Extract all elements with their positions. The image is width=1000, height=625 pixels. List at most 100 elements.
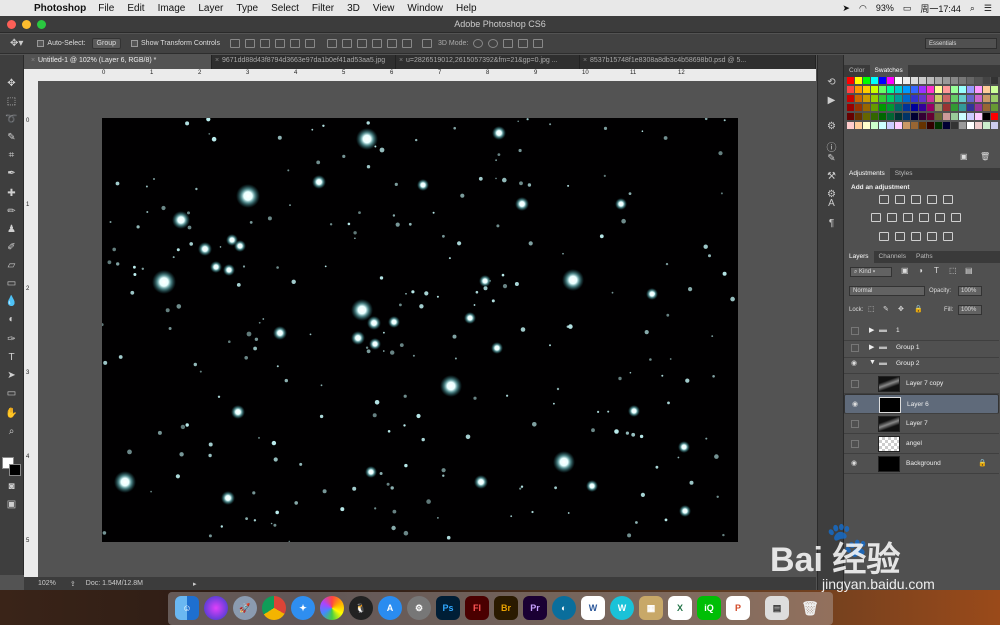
swatch[interactable] bbox=[991, 122, 998, 129]
swatch[interactable] bbox=[887, 122, 894, 129]
filter-smart-icon[interactable]: ▤ bbox=[965, 266, 973, 275]
swatch[interactable] bbox=[967, 113, 974, 120]
history-brush-tool-icon[interactable]: ✐ bbox=[4, 241, 19, 254]
channel-mixer-icon[interactable] bbox=[935, 213, 945, 222]
swatch[interactable] bbox=[911, 113, 918, 120]
swatch[interactable] bbox=[903, 122, 910, 129]
swatch[interactable] bbox=[959, 113, 966, 120]
type-tool-icon[interactable]: T bbox=[4, 351, 19, 364]
zoom-level[interactable]: 102% bbox=[38, 580, 56, 587]
blur-tool-icon[interactable]: 💧 bbox=[4, 295, 19, 308]
dock-chrome-icon[interactable] bbox=[262, 596, 286, 620]
swatch[interactable] bbox=[879, 86, 886, 93]
swatch[interactable] bbox=[879, 77, 886, 84]
swatch[interactable] bbox=[847, 95, 854, 102]
swatch[interactable] bbox=[895, 113, 902, 120]
visibility-toggle[interactable] bbox=[851, 327, 859, 335]
app-menu-photoshop[interactable]: Photoshop bbox=[34, 3, 86, 14]
swatch[interactable] bbox=[975, 86, 982, 93]
align-bottom-icon[interactable] bbox=[260, 39, 270, 48]
distribute-bottom-icon[interactable] bbox=[357, 39, 367, 48]
dock-qq-icon[interactable]: 🐧 bbox=[349, 596, 373, 620]
swatch[interactable] bbox=[943, 122, 950, 129]
menu-view[interactable]: View bbox=[373, 3, 395, 14]
dock-archive-icon[interactable]: ▦ bbox=[639, 596, 663, 620]
swatch[interactable] bbox=[935, 113, 942, 120]
close-tab-icon[interactable]: × bbox=[215, 57, 219, 64]
curves-icon[interactable] bbox=[911, 195, 921, 204]
swatch[interactable] bbox=[855, 77, 862, 84]
swatch[interactable] bbox=[959, 77, 966, 84]
dock-appstore-icon[interactable]: A bbox=[378, 596, 402, 620]
character-icon[interactable]: A bbox=[825, 198, 838, 210]
swatch[interactable] bbox=[871, 77, 878, 84]
swatch[interactable] bbox=[967, 122, 974, 129]
menu-3d[interactable]: 3D bbox=[347, 3, 360, 14]
color-lookup-icon[interactable] bbox=[951, 213, 961, 222]
posterize-icon[interactable] bbox=[895, 232, 905, 241]
threshold-icon[interactable] bbox=[911, 232, 921, 241]
fill-input[interactable]: 100% bbox=[958, 305, 982, 315]
move-tool-icon[interactable]: ✥▾ bbox=[10, 38, 23, 49]
swatch[interactable] bbox=[895, 86, 902, 93]
dock-photoshop-icon[interactable]: Ps bbox=[436, 596, 460, 620]
swatch[interactable] bbox=[919, 95, 926, 102]
swatch[interactable] bbox=[871, 113, 878, 120]
swatch[interactable] bbox=[935, 95, 942, 102]
distribute-vcenter-icon[interactable] bbox=[342, 39, 352, 48]
swatch[interactable] bbox=[855, 122, 862, 129]
gradient-tool-icon[interactable]: ▭ bbox=[4, 277, 19, 290]
dodge-tool-icon[interactable]: ◐ bbox=[4, 313, 19, 326]
swatch[interactable] bbox=[903, 113, 910, 120]
swatch[interactable] bbox=[903, 86, 910, 93]
lock-paint-icon[interactable]: ✎ bbox=[883, 305, 889, 313]
menu-type[interactable]: Type bbox=[236, 3, 258, 14]
swatch[interactable] bbox=[871, 122, 878, 129]
black-white-icon[interactable] bbox=[903, 213, 913, 222]
move-tool-icon[interactable]: ✥ bbox=[4, 77, 19, 90]
swatch[interactable] bbox=[871, 95, 878, 102]
swatch[interactable] bbox=[983, 122, 990, 129]
background-color-swatch[interactable] bbox=[9, 464, 21, 476]
dock-system-preferences-icon[interactable]: ⚙ bbox=[407, 596, 431, 620]
disclosure-arrow-icon[interactable]: ▶ bbox=[869, 343, 874, 351]
visibility-toggle[interactable] bbox=[851, 344, 859, 352]
swatch[interactable] bbox=[855, 104, 862, 111]
eyedropper-tool-icon[interactable]: ✒ bbox=[4, 167, 19, 180]
dock-finder-icon[interactable]: ☺ bbox=[175, 596, 199, 620]
swatch[interactable] bbox=[887, 113, 894, 120]
swatch[interactable] bbox=[983, 104, 990, 111]
tab-paths[interactable]: Paths bbox=[911, 251, 938, 263]
swatch[interactable] bbox=[943, 77, 950, 84]
tab-9671dd88[interactable]: × 9671dd88d43f8794d3663e97da1b0ef41ad53aa… bbox=[212, 55, 396, 69]
swatch[interactable] bbox=[943, 113, 950, 120]
visibility-toggle[interactable] bbox=[851, 420, 859, 428]
3d-rotate-icon[interactable] bbox=[473, 39, 484, 48]
swatch[interactable] bbox=[983, 86, 990, 93]
dock-safari-icon[interactable]: ✦ bbox=[291, 596, 315, 620]
filter-pixel-icon[interactable]: ▣ bbox=[901, 266, 909, 275]
menu-select[interactable]: Select bbox=[271, 3, 299, 14]
stamp-tool-icon[interactable]: ♟ bbox=[4, 223, 19, 236]
align-top-icon[interactable] bbox=[230, 39, 240, 48]
swatch[interactable] bbox=[951, 113, 958, 120]
swatch[interactable] bbox=[911, 86, 918, 93]
swatch[interactable] bbox=[927, 104, 934, 111]
quick-mask-icon[interactable]: ◙ bbox=[4, 480, 19, 493]
tab-u2826519012[interactable]: × u=2826519012,2615057392&fm=21&gp=0.jpg … bbox=[396, 55, 580, 69]
tab-channels[interactable]: Channels bbox=[874, 251, 911, 263]
dock-edge-icon[interactable]: ◐ bbox=[552, 596, 576, 620]
delete-swatch-icon[interactable]: 🗑 bbox=[980, 152, 990, 161]
lock-transparent-icon[interactable]: ⬚ bbox=[868, 305, 875, 313]
color-balance-icon[interactable] bbox=[887, 213, 897, 222]
swatch[interactable] bbox=[847, 122, 854, 129]
swatch[interactable] bbox=[895, 77, 902, 84]
auto-align-icon[interactable] bbox=[422, 39, 432, 48]
filter-shape-icon[interactable]: ⬚ bbox=[949, 266, 957, 275]
swatch[interactable] bbox=[879, 113, 886, 120]
swatch[interactable] bbox=[967, 95, 974, 102]
filter-adjust-icon[interactable]: ◑ bbox=[918, 266, 923, 275]
brush-panel-icon[interactable]: ⚒ bbox=[825, 171, 838, 183]
swatch[interactable] bbox=[919, 113, 926, 120]
dock-photos-icon[interactable] bbox=[320, 596, 344, 620]
